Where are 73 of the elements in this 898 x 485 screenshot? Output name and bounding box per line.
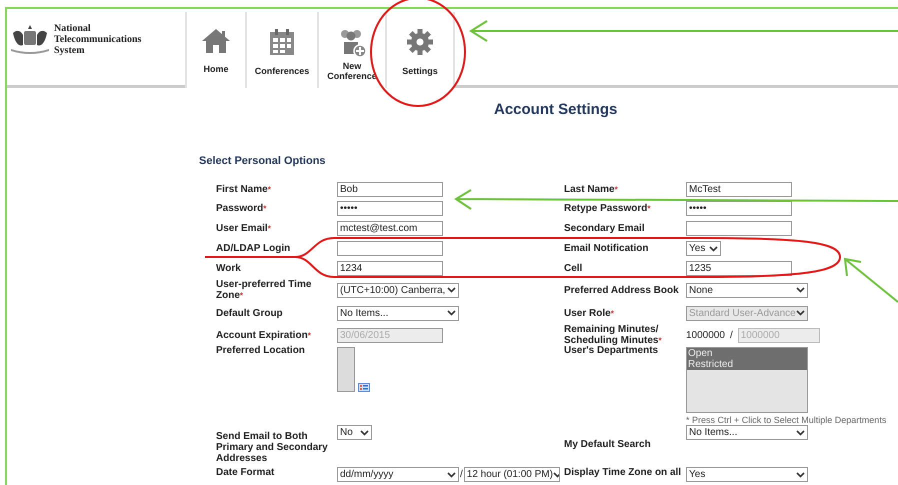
field-label: User's Departments (564, 345, 658, 356)
dropdown[interactable]: (UTC+10:00) Canberra, (337, 282, 459, 298)
dropdown[interactable]: No Items... (686, 425, 808, 440)
dropdown[interactable]: Yes (686, 241, 721, 256)
dropdown[interactable]: 12 hour (01:00 PM) (464, 467, 560, 482)
input-field[interactable]: Bob (337, 182, 443, 197)
input-field[interactable]: 1235 (686, 260, 792, 276)
field-label: Retype Password* (564, 203, 650, 214)
page-title: Account Settings (494, 101, 618, 118)
logo-text: System (54, 45, 86, 56)
field-label: Email Notification (564, 243, 648, 254)
field-label: Date Format (216, 467, 274, 478)
field-label: Remaining Minutes/ Scheduling Minutes* (564, 324, 662, 346)
input-field[interactable] (686, 221, 792, 236)
field-label: User Role* (564, 308, 614, 318)
field-label: Work (216, 262, 241, 274)
input-field[interactable]: McTest (686, 182, 792, 197)
hint-text: * Press Ctrl + Click to Select Multiple Departments (686, 415, 886, 426)
separator-text: / (460, 469, 463, 480)
caret-icon (447, 287, 456, 293)
gear-icon (406, 28, 434, 56)
field-label: Cell (564, 262, 582, 274)
field-label: Preferred Location (216, 345, 305, 356)
caret-icon (796, 287, 805, 293)
field-label: Secondary Email (564, 223, 645, 234)
list-option[interactable]: Open (687, 348, 807, 359)
nav-button[interactable]: New Conference (317, 12, 385, 88)
caret-icon (796, 472, 805, 478)
nav-button[interactable]: Home (185, 12, 245, 88)
caret-icon (360, 430, 369, 436)
list-option[interactable]: Restricted (687, 359, 807, 370)
logo-text: Telecommunications (54, 34, 142, 45)
field-label: Display Time Zone on all (564, 467, 682, 478)
field-label: Password* (216, 203, 266, 214)
input-field[interactable]: ••••• (337, 201, 443, 216)
caret-icon (796, 430, 805, 436)
field-label: First Name* (216, 184, 271, 195)
dropdown[interactable]: Yes (686, 467, 808, 482)
input-field[interactable]: ••••• (686, 201, 792, 216)
field-label: Last Name* (564, 184, 618, 195)
section-title: Select Personal Options (199, 155, 326, 167)
separator-text: / (728, 330, 734, 340)
dropdown[interactable]: No Items... (337, 306, 459, 320)
list-box[interactable]: Open Restricted (686, 347, 808, 413)
caret-icon (552, 472, 559, 478)
dropdown[interactable]: None (686, 282, 808, 298)
field-label: Send Email to Both Primary and Secondary Addresses (216, 431, 328, 464)
logo-text: National (54, 23, 92, 34)
field-label: My Default Search (564, 439, 651, 450)
caret-icon (447, 310, 456, 316)
house-icon (201, 28, 231, 54)
nav-button[interactable]: Conferences (245, 12, 317, 88)
caret-icon (709, 246, 718, 252)
calendar-icon (269, 28, 295, 56)
field-label: Default Group (216, 308, 283, 318)
field-label: AD/LDAP Login (216, 243, 290, 254)
location-box[interactable] (337, 347, 355, 392)
dropdown[interactable]: No (337, 425, 372, 440)
field-label: User-preferred Time Zone* (216, 279, 312, 301)
caret-icon (447, 472, 456, 478)
caret-icon (796, 310, 805, 316)
minutes-value: 1000000 (686, 330, 725, 340)
input-field[interactable] (337, 241, 443, 256)
crest-icon (9, 23, 51, 55)
dropdown[interactable]: dd/mm/yyyy (337, 467, 459, 482)
nav-button[interactable]: Settings (385, 12, 455, 88)
field-label: Account Expiration* (216, 330, 311, 340)
field-label: Preferred Address Book (564, 284, 679, 296)
annotation-arrow (844, 258, 898, 303)
list-picker-icon[interactable] (358, 383, 370, 392)
input-field[interactable]: mctest@test.com (337, 221, 443, 236)
input-field[interactable]: 1234 (337, 260, 443, 276)
field-label: User Email* (216, 223, 271, 234)
